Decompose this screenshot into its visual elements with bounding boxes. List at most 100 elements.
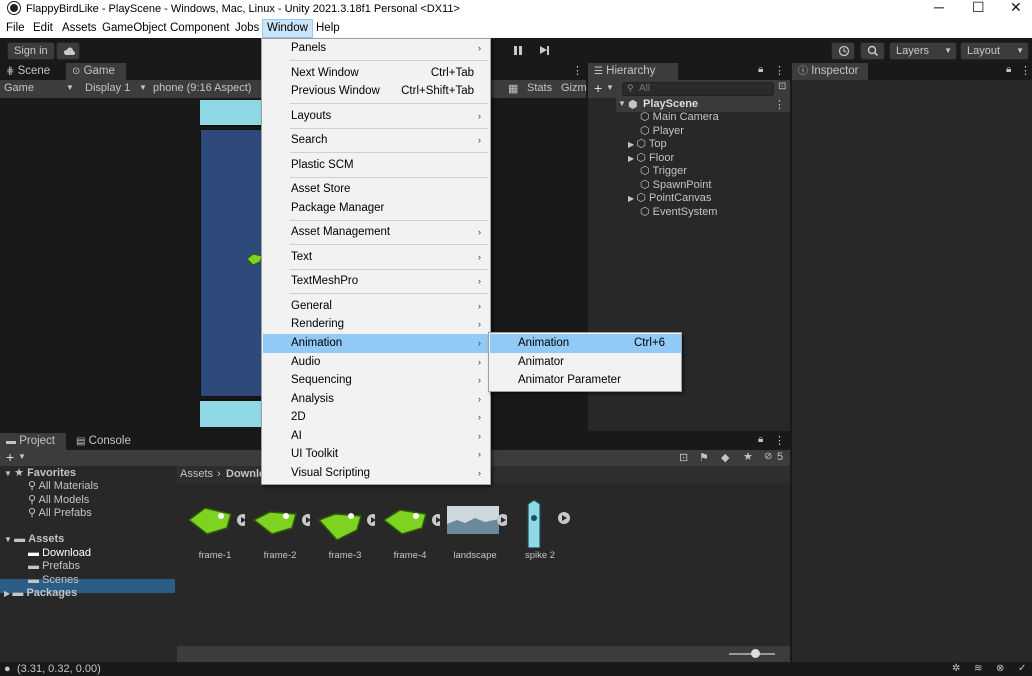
hierarchy-item[interactable]: ⬡ Main Camera — [640, 110, 719, 124]
tab-scene[interactable]: ⋕ Scene — [0, 63, 62, 80]
monitor-icon[interactable]: ▦ — [508, 82, 518, 95]
lock-icon[interactable]: 🔒︎ — [758, 64, 763, 75]
menu-item-plastic-scm[interactable]: Plastic SCM — [263, 156, 490, 175]
history-button[interactable] — [831, 42, 855, 60]
game-mode-dropdown[interactable]: Game — [4, 82, 74, 94]
favorite-item[interactable]: ⚲ All Models — [28, 493, 89, 507]
layers-dropdown[interactable]: Layers ▼ — [889, 42, 957, 60]
menu-item-sequencing[interactable]: Sequencing › — [263, 371, 490, 390]
asset-spike-2[interactable]: spike 2 — [510, 499, 570, 564]
network-icon[interactable]: ⊗ — [996, 662, 1004, 676]
hierarchy-item[interactable]: ⬡ Trigger — [640, 164, 687, 178]
zoom-slider-thumb[interactable] — [751, 649, 760, 658]
menu-file[interactable]: File — [6, 22, 25, 34]
favorite-star-icon[interactable]: ★ — [743, 450, 753, 463]
stats-button[interactable]: Stats — [527, 82, 552, 94]
sign-in-button[interactable]: Sign in — [7, 42, 55, 60]
cloud-button[interactable] — [56, 42, 80, 60]
menu-window[interactable]: Window — [262, 19, 313, 38]
menu-item-2d[interactable]: 2D › — [263, 408, 490, 427]
menu-item-next-window[interactable]: Next Window Ctrl+Tab — [263, 64, 490, 83]
hierarchy-item[interactable]: ▶ ⬡ Floor — [628, 151, 674, 165]
tab-console[interactable]: ▤ Console — [70, 433, 138, 450]
menu-gameobject[interactable]: GameObject — [102, 22, 167, 34]
search-options-icon[interactable]: ⊡ — [778, 81, 786, 92]
menu-item-panels[interactable]: Panels › — [263, 39, 490, 58]
menu-item-search[interactable]: Search › — [263, 131, 490, 150]
step-icon[interactable] — [540, 46, 547, 54]
breadcrumb-assets[interactable]: Assets — [180, 468, 213, 480]
hierarchy-item[interactable]: ⬡ Player — [640, 124, 684, 138]
favorite-item[interactable]: ⚲ All Prefabs — [28, 506, 92, 520]
hierarchy-item[interactable]: ▶ ⬡ Top — [628, 137, 667, 151]
display-dropdown[interactable]: Display 1 — [85, 82, 130, 94]
minimize-button[interactable]: ─ — [934, 0, 944, 15]
search-by-type-icon[interactable]: ⊡ — [679, 451, 688, 464]
layout-dropdown[interactable]: Layout ▼ — [960, 42, 1029, 60]
packages-header[interactable]: ▶ ▬ Packages — [4, 586, 77, 600]
more-options-icon[interactable]: ⋮ — [1020, 64, 1031, 77]
folder-scenes[interactable]: ▬ Scenes — [28, 573, 79, 587]
lock-icon[interactable]: 🔒︎ — [1006, 64, 1011, 75]
asset-frame-4[interactable]: frame-4 — [380, 500, 444, 564]
pause-icon[interactable] — [514, 46, 522, 55]
asset-frame-1[interactable]: frame-1 — [185, 500, 249, 564]
more-options-icon[interactable]: ⋮ — [774, 64, 785, 77]
menu-item-audio[interactable]: Audio › — [263, 353, 490, 372]
menu-item-rendering[interactable]: Rendering › — [263, 315, 490, 334]
debug-icon[interactable]: ✲ — [952, 662, 960, 676]
check-icon[interactable]: ✓ — [1018, 662, 1026, 676]
breadcrumb-download[interactable]: Downlo — [226, 468, 266, 480]
menu-item-ai[interactable]: AI › — [263, 427, 490, 446]
folder-download[interactable]: ▬ Download — [28, 546, 91, 560]
expand-arrow-icon[interactable]: ▼ — [4, 469, 14, 478]
menu-item-asset-store[interactable]: Asset Store — [263, 180, 490, 199]
filter-type-icon[interactable]: ⚑ — [699, 451, 709, 464]
layers-status-icon[interactable]: ≋ — [974, 662, 982, 676]
favorite-item[interactable]: ⚲ All Materials — [28, 479, 98, 493]
hierarchy-item[interactable]: ⬡ EventSystem — [640, 205, 717, 219]
more-options-icon[interactable]: ⋮ — [774, 434, 785, 447]
expand-arrow-icon[interactable]: ▼ — [4, 535, 14, 544]
folder-prefabs[interactable]: ▬ Prefabs — [28, 559, 80, 573]
menu-item-layouts[interactable]: Layouts › — [263, 107, 490, 126]
menu-item-analysis[interactable]: Analysis › — [263, 390, 490, 409]
menu-component[interactable]: Component — [170, 22, 229, 34]
tab-game[interactable]: ⊙ Game — [66, 63, 126, 80]
menu-item-package-manager[interactable]: Package Manager — [263, 199, 490, 218]
add-icon[interactable]: + — [594, 80, 602, 96]
menu-item-asset-management[interactable]: Asset Management › — [263, 223, 490, 242]
hierarchy-item[interactable]: ▶ ⬡ PointCanvas — [628, 191, 711, 205]
menu-help[interactable]: Help — [316, 22, 340, 34]
more-options-icon[interactable]: ⋮ — [774, 98, 785, 111]
maximize-button[interactable]: ☐ — [972, 0, 985, 15]
menu-item-textmeshpro[interactable]: TextMeshPro › — [263, 272, 490, 291]
menu-item-animation[interactable]: Animation › — [263, 334, 490, 353]
hierarchy-item[interactable]: ⬡ SpawnPoint — [640, 178, 711, 192]
menu-jobs[interactable]: Jobs — [235, 22, 259, 34]
menu-item-text[interactable]: Text › — [263, 248, 490, 267]
assets-header[interactable]: ▼ ▬ Assets — [4, 532, 64, 546]
search-button[interactable] — [860, 42, 885, 60]
close-button[interactable]: ✕ — [1010, 0, 1022, 15]
menu-item-previous-window[interactable]: Previous Window Ctrl+Shift+Tab — [263, 82, 490, 101]
asset-frame-3[interactable]: frame-3 — [315, 500, 379, 564]
menu-item-ui-toolkit[interactable]: UI Toolkit › — [263, 445, 490, 464]
hidden-packages-icon[interactable]: ⊘ — [764, 451, 772, 462]
add-icon[interactable]: + — [6, 449, 14, 465]
favorites-header[interactable]: ▼ ★ Favorites — [4, 466, 76, 480]
submenu-item-animator[interactable]: Animator — [490, 353, 681, 372]
tab-inspector[interactable]: ⓘ Inspector — [792, 63, 868, 80]
menu-edit[interactable]: Edit — [33, 22, 53, 34]
more-options-icon[interactable]: ⋮ — [572, 64, 583, 77]
gizmos-button[interactable]: Gizm — [561, 82, 587, 94]
label-icon[interactable]: ◆ — [721, 451, 729, 464]
menu-item-visual-scripting[interactable]: Visual Scripting › — [263, 464, 490, 483]
submenu-item-animator-parameter[interactable]: Animator Parameter — [490, 371, 681, 390]
tab-hierarchy[interactable]: ☰ Hierarchy — [588, 63, 678, 80]
tab-project[interactable]: ▬ Project — [0, 433, 66, 450]
submenu-item-animation[interactable]: Animation Ctrl+6 — [490, 334, 681, 353]
expand-arrow-icon[interactable]: ▼ — [618, 99, 626, 108]
asset-landscape[interactable]: landscape — [445, 500, 509, 564]
hierarchy-search-input[interactable]: ⚲ All — [622, 82, 774, 96]
